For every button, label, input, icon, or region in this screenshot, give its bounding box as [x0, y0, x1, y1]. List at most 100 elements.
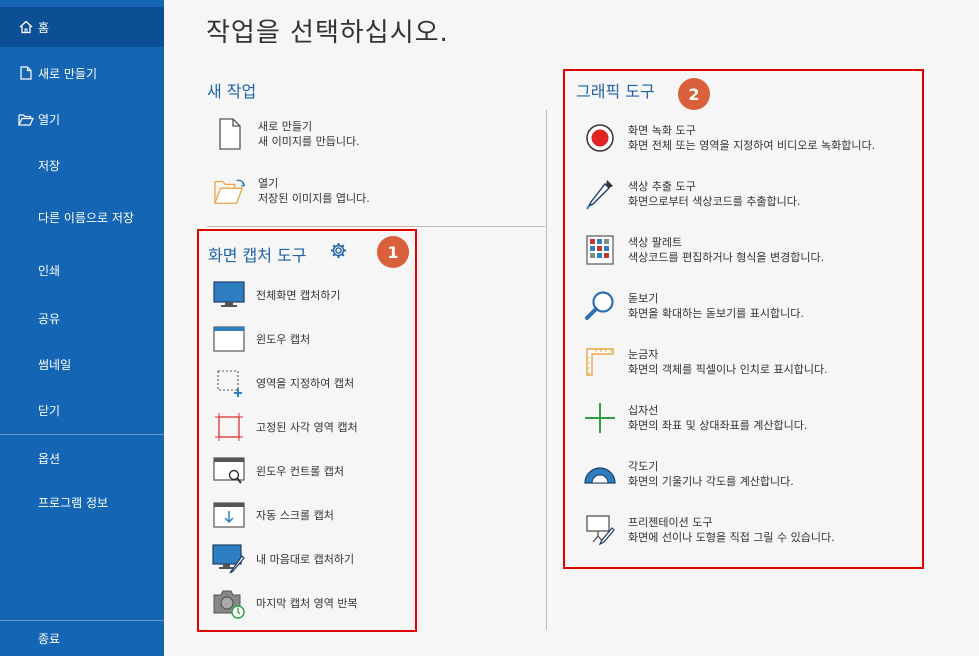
ruler-icon: [584, 346, 616, 378]
item-desc: 화면의 기울기나 각도를 계산합니다.: [628, 475, 794, 488]
graphic-item-magnifier[interactable]: 돋보기 화면을 확대하는 돋보기를 표시합니다.: [584, 290, 804, 322]
capture-region[interactable]: 영역을 지정하여 캡처: [212, 368, 354, 398]
sidebar-item-label: 홈: [38, 20, 50, 35]
graphic-item-presentation[interactable]: 프리젠테이션 도구 화면에 선이나 도형을 직접 그릴 수 있습니다.: [584, 514, 835, 546]
window-icon: [212, 324, 246, 354]
magnifier-icon: [584, 290, 616, 322]
sidebar-item-label: 닫기: [38, 403, 61, 418]
capture-item-label: 영역을 지정하여 캡처: [256, 377, 355, 390]
palette-icon: [584, 234, 616, 266]
item-title: 눈금자: [628, 348, 659, 361]
sidebar-item-label: 옵션: [38, 451, 61, 466]
record-icon: [584, 122, 616, 154]
item-title: 프리젠테이션 도구: [628, 516, 713, 529]
capture-auto-scroll[interactable]: 자동 스크롤 캡처: [212, 500, 334, 530]
graphic-item-ruler[interactable]: 눈금자 화면의 객체를 픽셀이나 인치로 표시합니다.: [584, 346, 828, 378]
graphic-item-record[interactable]: 화면 녹화 도구 화면 전체 또는 영역을 지정하여 비디오로 녹화합니다.: [584, 122, 875, 154]
gear-icon[interactable]: [330, 242, 347, 263]
open-folder-icon: [18, 111, 34, 127]
new-task-title: 새 작업: [207, 82, 257, 101]
sidebar: 홈 새로 만들기 열기 저장 다른 이름으로 저장 인쇄 공유 썸네일 닫기 옵…: [0, 0, 164, 656]
item-desc: 화면 전체 또는 영역을 지정하여 비디오로 녹화합니다.: [628, 139, 876, 152]
home-icon: [18, 19, 34, 35]
capture-window-control[interactable]: 윈도우 컨트롤 캡처: [212, 456, 344, 486]
sidebar-item-thumbnail[interactable]: 썸네일: [0, 344, 164, 384]
sidebar-item-new[interactable]: 새로 만들기: [0, 53, 164, 93]
item-title: 돋보기: [628, 292, 659, 305]
sidebar-item-label: 저장: [38, 158, 61, 173]
item-desc: 저장된 이미지를 엽니다.: [258, 192, 370, 205]
capture-repeat-last[interactable]: 마지막 캡처 영역 반복: [212, 588, 358, 619]
sidebar-item-share[interactable]: 공유: [0, 298, 164, 338]
item-desc: 화면에 선이나 도형을 직접 그릴 수 있습니다.: [628, 531, 835, 544]
protractor-icon: [584, 458, 616, 490]
fixed-rect-icon: [212, 412, 246, 442]
presentation-icon: [584, 514, 616, 546]
item-desc: 화면으로부터 색상코드를 추출합니다.: [628, 195, 801, 208]
sidebar-item-options[interactable]: 옵션: [0, 438, 164, 478]
page-title: 작업을 선택하십시오.: [206, 18, 449, 48]
region-select-icon: [212, 368, 246, 398]
sidebar-item-about[interactable]: 프로그램 정보: [0, 482, 164, 522]
sidebar-item-label: 썸네일: [38, 357, 72, 372]
item-title: 열기: [258, 177, 279, 190]
sidebar-item-label: 열기: [38, 112, 61, 127]
capture-fixed-rect[interactable]: 고정된 사각 영역 캡처: [212, 412, 358, 442]
graphic-tools-title: 그래픽 도구: [576, 82, 655, 101]
graphic-item-eyedropper[interactable]: 색상 추출 도구 화면으로부터 색상코드를 추출합니다.: [584, 178, 800, 210]
sidebar-item-label: 인쇄: [38, 263, 61, 278]
capture-fullscreen[interactable]: 전체화면 캡처하기: [212, 280, 340, 310]
sidebar-item-close[interactable]: 닫기: [0, 390, 164, 430]
column-divider: [546, 110, 547, 630]
open-image-item[interactable]: 열기 저장된 이미지를 엽니다.: [214, 175, 370, 207]
sidebar-item-save[interactable]: 저장: [0, 145, 164, 185]
capture-item-label: 마지막 캡처 영역 반복: [256, 597, 358, 610]
item-desc: 새 이미지를 만듭니다.: [258, 135, 360, 148]
capture-tools-title: 화면 캡처 도구: [208, 246, 307, 265]
item-desc: 색상코드를 편집하거나 형식을 변경합니다.: [628, 251, 825, 264]
item-title: 십자선: [628, 404, 659, 417]
sidebar-item-label: 종료: [38, 631, 61, 646]
sidebar-item-label: 프로그램 정보: [38, 495, 109, 510]
sidebar-item-label: 공유: [38, 311, 61, 326]
new-document-icon: [214, 118, 246, 150]
capture-item-label: 자동 스크롤 캡처: [256, 509, 334, 522]
capture-freehand[interactable]: 내 마음대로 캡처하기: [212, 544, 354, 574]
capture-item-label: 고정된 사각 영역 캡처: [256, 421, 358, 434]
capture-item-label: 윈도우 캡처: [256, 333, 311, 346]
sidebar-item-home[interactable]: 홈: [0, 7, 164, 47]
section-divider: [207, 226, 545, 227]
sidebar-item-label: 다른 이름으로 저장: [38, 210, 134, 225]
monitor-icon: [212, 280, 246, 310]
graphic-item-palette[interactable]: 색상 팔레트 색상코드를 편집하거나 형식을 변경합니다.: [584, 234, 824, 266]
capture-item-label: 내 마음대로 캡처하기: [256, 553, 355, 566]
scroll-capture-icon: [212, 500, 246, 530]
item-title: 새로 만들기: [258, 120, 313, 133]
sidebar-item-exit[interactable]: 종료: [0, 618, 164, 656]
new-file-icon: [18, 65, 34, 81]
graphic-item-protractor[interactable]: 각도기 화면의 기울기나 각도를 계산합니다.: [584, 458, 794, 490]
sidebar-divider: [0, 434, 164, 435]
sidebar-item-label: 새로 만들기: [38, 66, 98, 81]
crosshair-icon: [584, 402, 616, 434]
capture-window[interactable]: 윈도우 캡처: [212, 324, 310, 354]
new-image-item[interactable]: 새로 만들기 새 이미지를 만듭니다.: [214, 118, 360, 150]
item-desc: 화면을 확대하는 돋보기를 표시합니다.: [628, 307, 804, 320]
item-title: 각도기: [628, 460, 659, 473]
sidebar-item-save-as[interactable]: 다른 이름으로 저장: [0, 197, 164, 237]
sidebar-item-open[interactable]: 열기: [0, 99, 164, 139]
sidebar-item-print[interactable]: 인쇄: [0, 250, 164, 290]
freehand-capture-icon: [212, 544, 246, 574]
badge-1: 1: [377, 236, 409, 268]
item-desc: 화면의 좌표 및 상대좌표를 계산합니다.: [628, 419, 808, 432]
graphic-item-crosshair[interactable]: 십자선 화면의 좌표 및 상대좌표를 계산합니다.: [584, 402, 807, 434]
eyedropper-icon: [584, 178, 616, 210]
window-control-icon: [212, 456, 246, 486]
item-title: 색상 추출 도구: [628, 180, 696, 193]
capture-item-label: 윈도우 컨트롤 캡처: [256, 465, 344, 478]
item-title: 화면 녹화 도구: [628, 124, 696, 137]
item-desc: 화면의 객체를 픽셀이나 인치로 표시합니다.: [628, 363, 828, 376]
badge-2: 2: [678, 78, 710, 110]
repeat-capture-icon: [212, 588, 246, 619]
item-title: 색상 팔레트: [628, 236, 683, 249]
